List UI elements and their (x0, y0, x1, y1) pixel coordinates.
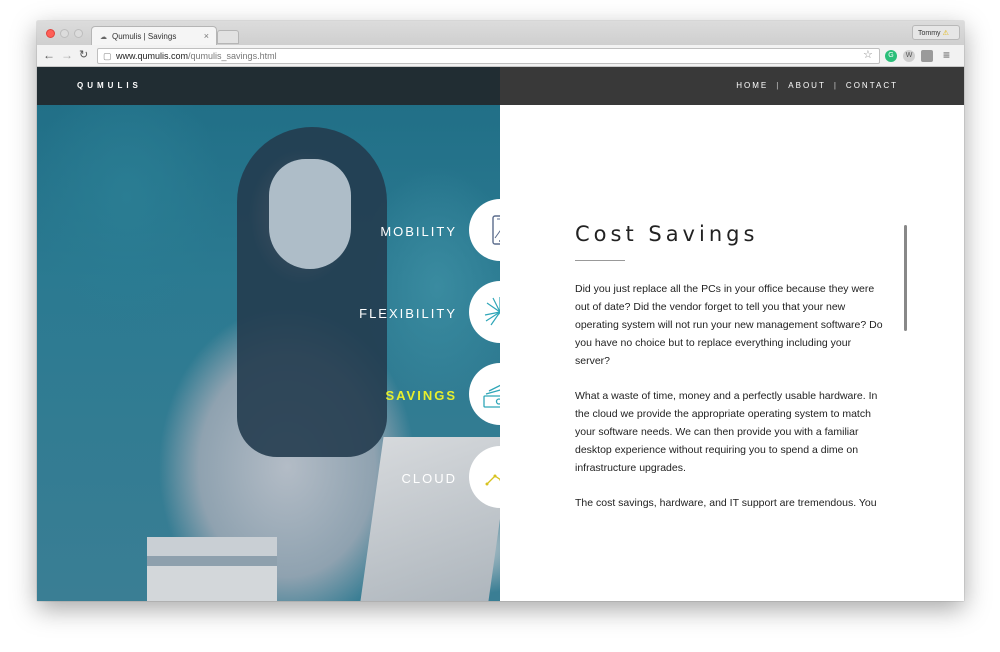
extension-icon[interactable] (921, 50, 933, 62)
content-body: Did you just replace all the PCs in your… (575, 280, 885, 569)
page-title: Cost Savings (575, 222, 759, 246)
back-arrow-icon[interactable]: ← (43, 48, 55, 62)
close-window-button[interactable] (46, 29, 55, 38)
profile-name: Tommy (918, 30, 941, 37)
url-host: www.qumulis.com (116, 51, 189, 61)
paragraph: Did you just replace all the PCs in your… (575, 283, 883, 367)
site-nav: HOME | ABOUT | CONTACT (736, 81, 898, 90)
web-page: QUMULIS HOME | ABOUT | CONTACT MOBILITY FLEX… (37, 67, 964, 601)
feature-label-cloud[interactable]: CLOUD (401, 471, 457, 486)
new-tab-button[interactable] (217, 30, 239, 44)
page-icon: ▢ (103, 51, 112, 61)
feature-label-mobility[interactable]: MOBILITY (380, 224, 457, 239)
tab-title: Qumulis | Savings (112, 32, 177, 41)
minimize-window-button[interactable] (60, 29, 69, 38)
zoom-window-button[interactable] (74, 29, 83, 38)
browser-tab[interactable]: ☁ Qumulis | Savings × (91, 26, 217, 45)
favicon-icon: ☁ (100, 34, 107, 41)
bookmark-star-icon[interactable]: ☆ (863, 48, 873, 61)
nav-home[interactable]: HOME (736, 81, 768, 90)
nav-separator: | (833, 81, 838, 90)
warning-icon: ⚠ (942, 30, 949, 37)
paragraph: What a waste of time, money and a perfec… (575, 390, 878, 474)
nav-separator: | (776, 81, 781, 90)
grammarly-extension-icon[interactable]: G (885, 50, 897, 62)
feature-label-savings[interactable]: SAVINGS (385, 388, 457, 403)
content-scrollbar[interactable] (904, 225, 907, 331)
nav-about[interactable]: ABOUT (788, 81, 826, 90)
url-path: /qumulis_savings.html (188, 51, 277, 61)
content-panel: Cost Savings Did you just replace all th… (500, 105, 964, 601)
paragraph: The cost savings, hardware, and IT suppo… (575, 497, 877, 509)
forward-arrow-icon[interactable]: → (61, 48, 73, 62)
browser-menu-icon[interactable]: ≡ (943, 48, 950, 62)
photo-face-shape (269, 159, 351, 269)
site-logo[interactable]: QUMULIS (77, 81, 142, 90)
close-tab-icon[interactable]: × (204, 31, 209, 41)
hero-photo (37, 67, 512, 601)
w-extension-icon[interactable]: W (903, 50, 915, 62)
photo-books-shape (147, 537, 277, 601)
profile-button[interactable]: Tommy ⚠ (912, 25, 960, 40)
title-divider (575, 260, 625, 261)
browser-window: ☁ Qumulis | Savings × Tommy ⚠ ← → ↻ ▢ www… (37, 21, 964, 601)
site-header: QUMULIS HOME | ABOUT | CONTACT (37, 67, 964, 105)
tab-strip: ☁ Qumulis | Savings × Tommy ⚠ (37, 21, 964, 45)
nav-contact[interactable]: CONTACT (846, 81, 898, 90)
feature-label-flexibility[interactable]: FLEXIBILITY (359, 306, 457, 321)
address-bar[interactable]: ▢ www.qumulis.com/qumulis_savings.html (97, 48, 880, 64)
browser-toolbar: ← → ↻ ▢ www.qumulis.com/qumulis_savings.… (37, 45, 964, 67)
reload-icon[interactable]: ↻ (79, 48, 88, 62)
